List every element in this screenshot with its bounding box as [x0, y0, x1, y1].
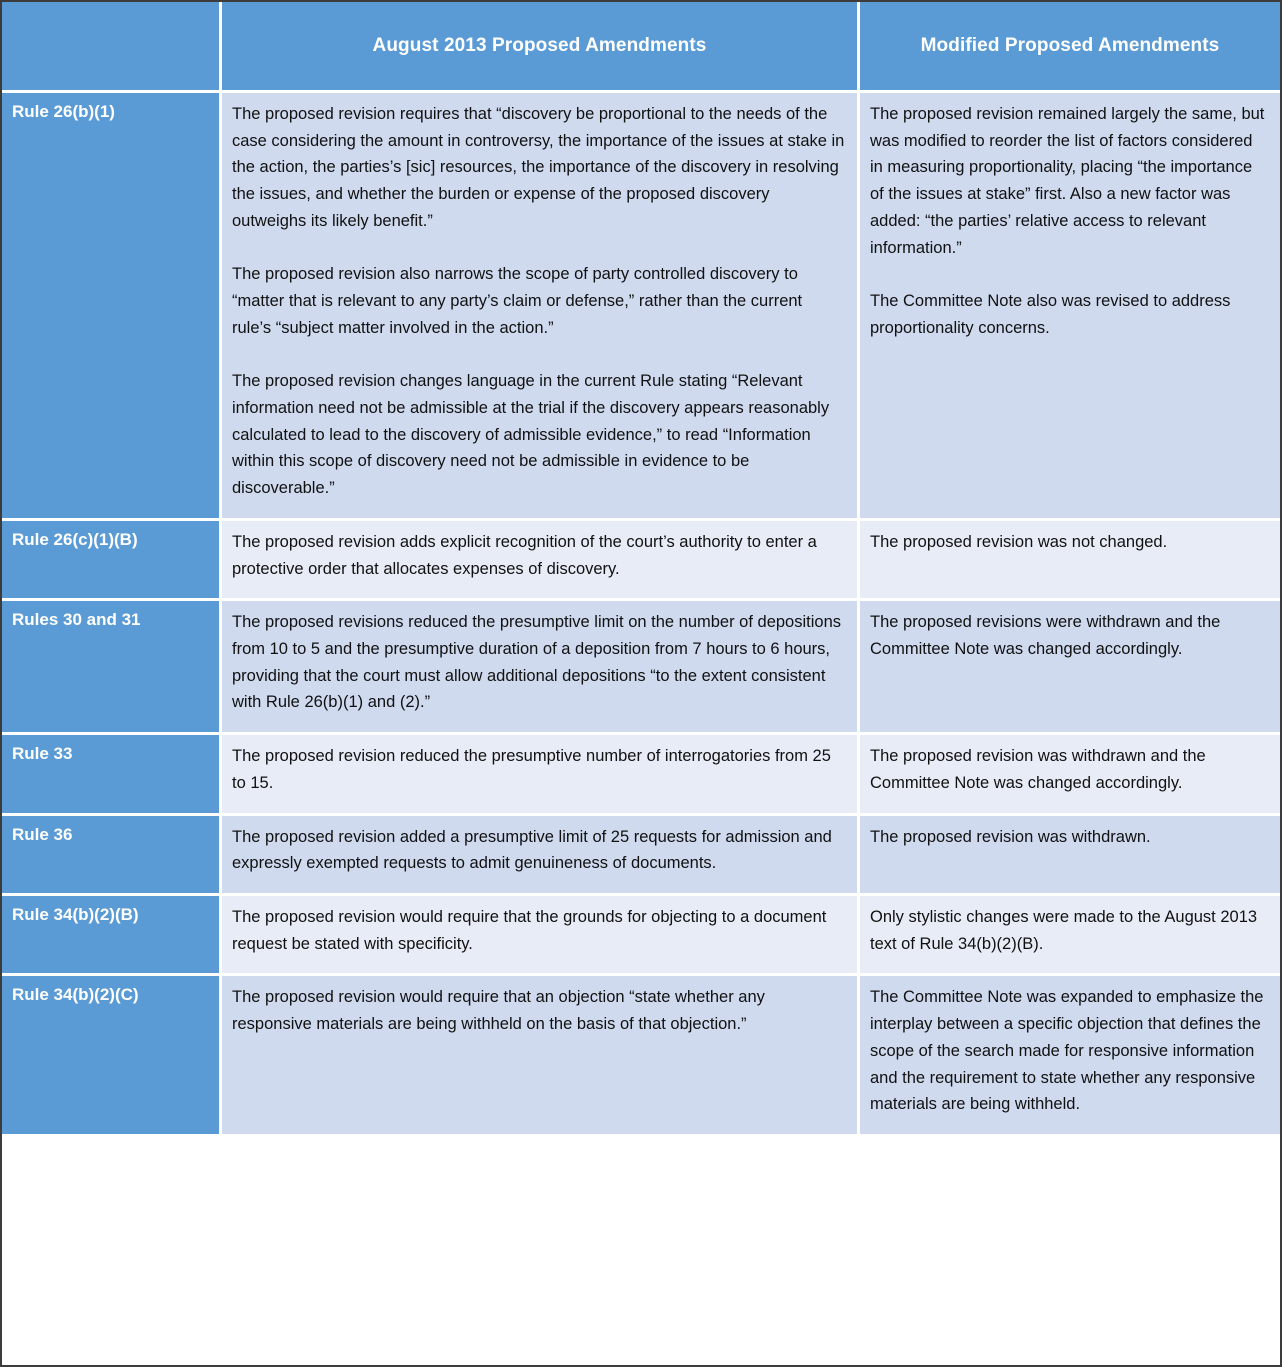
- paragraph: The proposed revision added a presumptiv…: [232, 827, 832, 873]
- rule-label-cell: Rule 34(b)(2)(C): [2, 976, 222, 1134]
- paragraph: The proposed revision was not changed.: [870, 532, 1168, 551]
- paragraph: The proposed revisions reduced the presu…: [232, 613, 842, 712]
- rule-label: Rule 26(b)(1): [12, 102, 115, 121]
- paragraph: The proposed revision remained largely t…: [870, 105, 1265, 257]
- table-row: Rule 26(c)(1)(B) The proposed revision ad…: [2, 520, 1280, 602]
- paragraph: The proposed revision also narrows the s…: [232, 265, 803, 337]
- rule-label-cell: Rule 26(c)(1)(B): [2, 520, 222, 602]
- rule-label: Rule 34(b)(2)(B): [12, 904, 139, 924]
- paragraph: The proposed revision would require that…: [232, 988, 765, 1034]
- table-body: Rule 26(b)(1) The proposed revision requi…: [2, 93, 1280, 1134]
- modified-cell: The Committee Note was expanded to empha…: [860, 976, 1280, 1134]
- august-2013-cell: The proposed revision requires that “dis…: [222, 93, 860, 521]
- modified-cell: The proposed revision was withdrawn and …: [860, 735, 1280, 816]
- august-2013-cell: The proposed revision adds explicit reco…: [222, 520, 860, 602]
- paragraph: The proposed revision would require that…: [232, 907, 827, 953]
- modified-cell: The proposed revision remained largely t…: [860, 93, 1280, 521]
- rule-label-cell: Rule 26(b)(1): [2, 93, 222, 521]
- august-2013-cell: The proposed revision reduced the presum…: [222, 735, 860, 816]
- august-2013-cell: The proposed revision would require that…: [222, 976, 860, 1134]
- modified-cell: The proposed revisions were withdrawn an…: [860, 601, 1280, 736]
- amendments-comparison-table: August 2013 Proposed Amendments Modified…: [2, 2, 1280, 1134]
- modified-cell: Only stylistic changes were made to the …: [860, 895, 1280, 977]
- paragraph: The proposed revision reduced the presum…: [232, 747, 831, 792]
- header-modified: Modified Proposed Amendments: [860, 2, 1280, 93]
- rule-label: Rule 26(c)(1)(B): [12, 529, 138, 549]
- header-corner-blank: [2, 2, 222, 93]
- paragraph: The proposed revision was withdrawn.: [870, 827, 1151, 846]
- rule-label: Rules 30 and 31: [12, 610, 141, 630]
- rule-label: Rule 36: [12, 824, 73, 844]
- rule-label: Rule 34(b)(2)(C): [12, 985, 139, 1005]
- table-row: Rule 34(b)(2)(B) The proposed revision wo…: [2, 895, 1280, 977]
- table-row: Rules 30 and 31 The proposed revisions re…: [2, 601, 1280, 736]
- table-header-row: August 2013 Proposed Amendments Modified…: [2, 2, 1280, 93]
- paragraph: The proposed revision was withdrawn and …: [870, 747, 1206, 792]
- august-2013-cell: The proposed revisions reduced the presu…: [222, 601, 860, 736]
- rule-label-cell: Rule 36: [2, 815, 222, 896]
- paragraph: The proposed revisions were withdrawn an…: [870, 613, 1221, 658]
- comparison-table-page: August 2013 Proposed Amendments Modified…: [0, 0, 1282, 1367]
- rule-label-cell: Rule 34(b)(2)(B): [2, 895, 222, 977]
- table-header: August 2013 Proposed Amendments Modified…: [2, 2, 1280, 93]
- august-2013-cell: The proposed revision would require that…: [222, 895, 860, 977]
- modified-cell: The proposed revision was withdrawn.: [860, 815, 1280, 896]
- rule-label-cell: Rules 30 and 31: [2, 601, 222, 736]
- paragraph: The proposed revision changes language i…: [232, 372, 830, 498]
- table-row: Rule 26(b)(1) The proposed revision requi…: [2, 93, 1280, 521]
- table-row: Rule 36 The proposed revision added a pre…: [2, 815, 1280, 896]
- header-august-2013: August 2013 Proposed Amendments: [222, 2, 860, 93]
- modified-cell: The proposed revision was not changed.: [860, 520, 1280, 602]
- paragraph: The Committee Note was expanded to empha…: [870, 988, 1264, 1114]
- paragraph: Only stylistic changes were made to the …: [870, 907, 1258, 953]
- paragraph: The Committee Note also was revised to a…: [870, 292, 1231, 337]
- august-2013-cell: The proposed revision added a presumptiv…: [222, 815, 860, 896]
- rule-label: Rule 33: [12, 744, 73, 764]
- table-row: Rule 34(b)(2)(C) The proposed revision wo…: [2, 976, 1280, 1134]
- table-row: Rule 33 The proposed revision reduced the…: [2, 735, 1280, 816]
- paragraph: The proposed revision requires that “dis…: [232, 105, 845, 230]
- rule-label-cell: Rule 33: [2, 735, 222, 816]
- paragraph: The proposed revision adds explicit reco…: [232, 532, 817, 578]
